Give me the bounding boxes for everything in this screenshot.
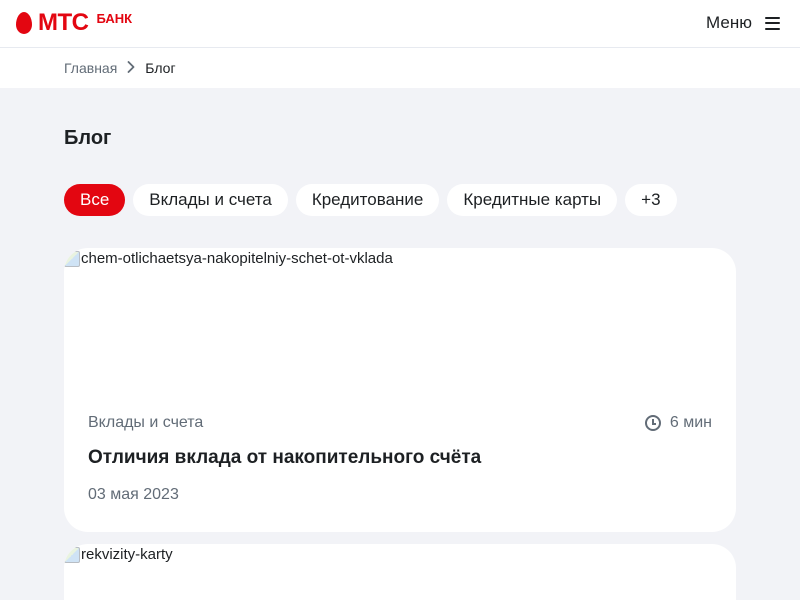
filter-chip-all[interactable]: Все (64, 184, 126, 216)
logo-sub: БАНК (96, 11, 133, 26)
category-filter: Все Вклады и счета Кредитование Кредитны… (64, 184, 685, 216)
page-title: Блог (64, 127, 112, 149)
article-date: 03 мая 2023 (88, 486, 179, 503)
logo-text: МТС (38, 9, 89, 36)
article-title[interactable]: Отличия вклада от накопительного счёта (88, 447, 481, 469)
article-image-alt: chem-otlichaetsya-nakopitelniy-schet-ot-… (81, 250, 393, 267)
article-card[interactable]: chem-otlichaetsya-nakopitelniy-schet-ot-… (64, 248, 736, 532)
menu-label: Меню (706, 13, 752, 32)
site-header: МТС БАНК Меню (0, 0, 800, 48)
breadcrumb-current: Блог (145, 60, 176, 76)
article-card[interactable]: rekvizity-karty (64, 544, 736, 600)
broken-image-icon (64, 250, 80, 267)
filter-chip-more[interactable]: +3 (625, 184, 677, 216)
broken-image-icon (64, 546, 80, 563)
chevron-right-icon (127, 60, 135, 76)
article-category: Вклады и счета (88, 414, 204, 431)
menu-button[interactable]: Меню (706, 13, 780, 33)
mts-bank-logo[interactable]: МТС БАНК (16, 9, 133, 36)
read-time-label: 6 мин (669, 414, 712, 431)
article-image-alt: rekvizity-karty (81, 546, 173, 563)
mts-egg-icon (16, 12, 32, 34)
filter-chip-deposits[interactable]: Вклады и счета (133, 184, 288, 216)
clock-icon (644, 415, 661, 431)
article-image: rekvizity-karty (64, 546, 173, 563)
filter-chip-credit-cards[interactable]: Кредитные карты (447, 184, 618, 216)
hamburger-icon (765, 16, 780, 30)
breadcrumb-home[interactable]: Главная (64, 60, 117, 76)
breadcrumb: Главная Блог (0, 48, 800, 88)
article-read-time: 6 мин (644, 414, 712, 432)
article-image: chem-otlichaetsya-nakopitelniy-schet-ot-… (64, 250, 393, 267)
filter-chip-lending[interactable]: Кредитование (295, 184, 440, 216)
